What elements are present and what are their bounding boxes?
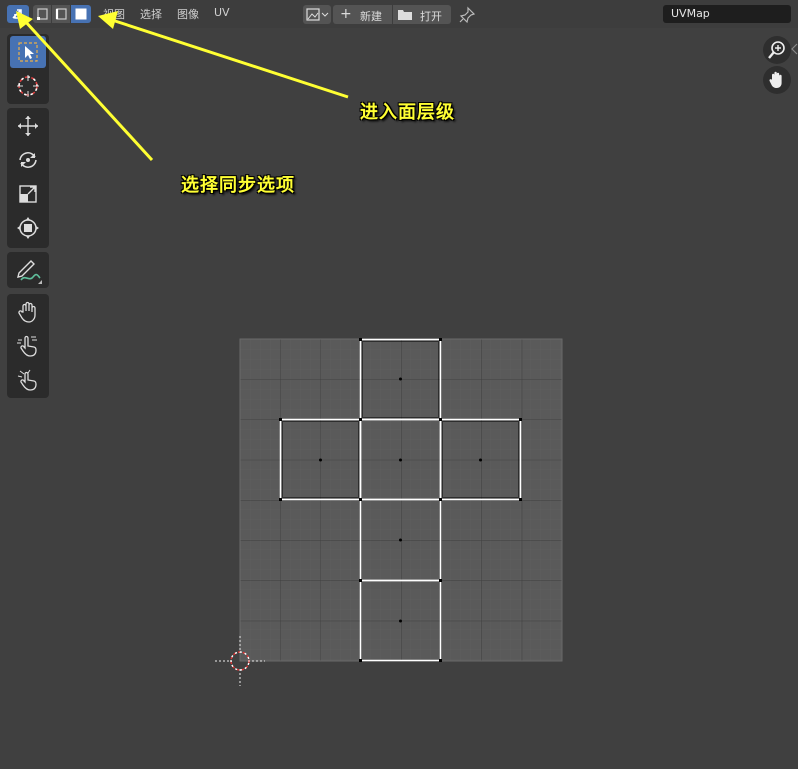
annotation-arrows [16,11,349,162]
annotation-sync-option: 选择同步选项 [181,175,295,196]
annotation-face-level: 进入面层级 [360,102,455,123]
